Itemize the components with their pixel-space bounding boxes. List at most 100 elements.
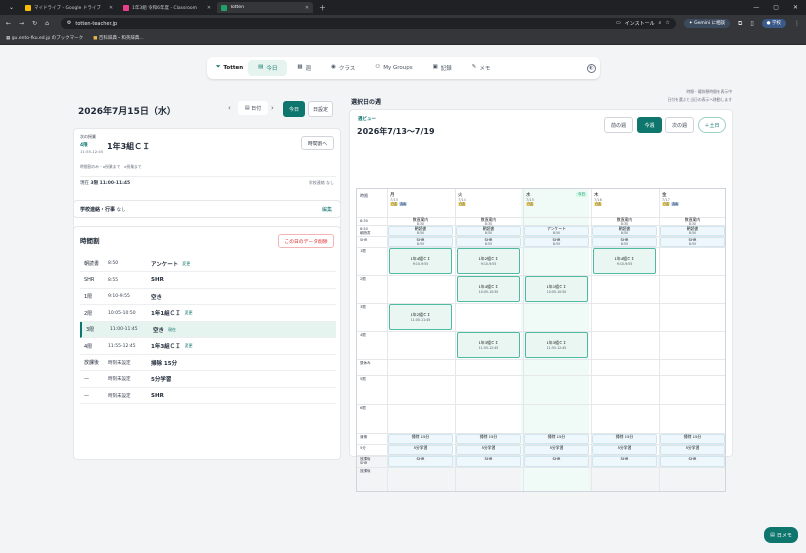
new-tab-icon[interactable]: ＋ bbox=[315, 3, 330, 13]
timetable-row[interactable]: SHR 8:55 SHR bbox=[80, 273, 336, 289]
prev-day-icon[interactable]: ‹ bbox=[228, 105, 231, 112]
timetable-row[interactable]: 1限 9:10-9:55 空き bbox=[80, 289, 336, 305]
schedule-cell[interactable]: SHR bbox=[592, 455, 657, 467]
settings-icon[interactable]: ◐ bbox=[587, 63, 596, 73]
schedule-cell[interactable]: 数直案内 8:30 bbox=[660, 217, 725, 227]
today-button[interactable]: 今日 bbox=[283, 101, 305, 117]
lesson-cell[interactable]: 1年2組ＣＩ 11:00-11:45 bbox=[389, 304, 452, 330]
browser-tab-classroom[interactable]: 1年3組 令和6年度 - Classroom ✕ bbox=[119, 2, 215, 13]
schedule-cell[interactable]: 掃除 15分 bbox=[388, 433, 453, 444]
schedule-cell[interactable]: 5分学習 bbox=[456, 444, 521, 455]
schedule-cell[interactable]: 掃除 15分 bbox=[592, 433, 657, 444]
lesson-cell[interactable]: 1年4組ＣＩ 9:10-9:55 bbox=[593, 248, 656, 274]
day-header[interactable]: 金 7/17 日直 週番 bbox=[662, 192, 680, 207]
schedule-cell[interactable]: SHR 8:55 bbox=[456, 236, 521, 247]
schedule-cell[interactable]: SHR bbox=[456, 455, 521, 467]
forward-icon[interactable]: → bbox=[19, 20, 24, 27]
timetable-row[interactable]: 放課後 時刻未設定 掃除 15分 bbox=[80, 355, 336, 371]
edit-contact-link[interactable]: 編集 bbox=[322, 206, 332, 213]
close-icon[interactable]: ✕ bbox=[207, 5, 211, 11]
schedule-cell[interactable]: SHR bbox=[388, 455, 453, 467]
install-button[interactable]: インストール bbox=[625, 20, 655, 27]
back-icon[interactable]: ← bbox=[6, 20, 11, 27]
browser-tab-totten[interactable]: Totten ✕ bbox=[217, 2, 314, 13]
next-week-button[interactable]: 次の週 bbox=[665, 117, 694, 133]
bookmark-star-icon[interactable]: ☆ bbox=[665, 21, 669, 26]
close-icon[interactable]: ✕ bbox=[305, 5, 309, 11]
day-settings-button[interactable]: 日設定 bbox=[308, 101, 333, 117]
reload-icon[interactable]: ↻ bbox=[32, 20, 37, 27]
brand[interactable]: ⏷ Totten bbox=[211, 65, 248, 71]
go-timetable-button[interactable]: 時間割へ bbox=[301, 136, 334, 150]
minimize-icon[interactable]: — bbox=[753, 4, 759, 11]
schedule-cell[interactable]: 朝読書 8:50 bbox=[660, 225, 725, 236]
close-window-icon[interactable]: ✕ bbox=[793, 4, 798, 11]
day-header[interactable]: 月 7/13 日直 週番 bbox=[390, 192, 408, 207]
day-memo-button[interactable]: ▤ 日メモ bbox=[764, 527, 798, 543]
schedule-cell[interactable]: 5分学習 bbox=[524, 444, 589, 455]
extensions-icon[interactable]: ⧉ bbox=[738, 20, 742, 27]
nav-my-groups[interactable]: ⚇ My Groups bbox=[365, 60, 422, 76]
site-info-icon[interactable]: ⚙ bbox=[67, 21, 71, 26]
nav-week[interactable]: ▦ 週 bbox=[287, 60, 321, 76]
lesson-cell[interactable]: 1年3組ＣＩ 11:55-12:45 bbox=[525, 332, 588, 358]
timetable-row[interactable]: — 時刻未設定 SHR bbox=[80, 388, 336, 404]
day-header[interactable]: 水 7/15 日直 bbox=[526, 192, 535, 207]
schedule-cell[interactable]: 朝読書 8:50 bbox=[456, 225, 521, 236]
schedule-cell[interactable]: 数直案内 8:30 bbox=[456, 217, 521, 227]
lesson-cell[interactable]: 1年1組ＣＩ 10:05-10:50 bbox=[525, 276, 588, 302]
lesson-cell[interactable]: 1年4組ＣＩ 10:05-10:50 bbox=[457, 276, 520, 302]
next-day-icon[interactable]: › bbox=[271, 105, 274, 112]
browser-tab-drive[interactable]: マイドライブ - Google ドライブ ✕ bbox=[21, 2, 117, 13]
url-field[interactable]: ⚙ totten-teacher.jp ▭ インストール ⌕ ☆ bbox=[60, 18, 676, 29]
lesson-cell[interactable]: 1年4組ＣＩ 9:10-9:55 bbox=[389, 248, 452, 274]
gemini-button[interactable]: ✦ Gemini に相談 bbox=[683, 19, 731, 28]
home-icon[interactable]: ⌂ bbox=[45, 20, 49, 27]
schedule-cell[interactable]: SHR bbox=[524, 455, 589, 467]
schedule-cell[interactable]: 掃除 15分 bbox=[524, 433, 589, 444]
schedule-cell[interactable]: 朝読書 8:50 bbox=[388, 225, 453, 236]
schedule-cell[interactable]: 掃除 15分 bbox=[660, 433, 725, 444]
timetable-row[interactable]: 3限 11:00-11:45 空き 現在 bbox=[80, 322, 336, 338]
bookmark-item[interactable]: ▦ gu.ento-fku.ed.jp のブックマーク bbox=[6, 35, 83, 42]
schedule-cell[interactable]: 朝読書 8:50 bbox=[592, 225, 657, 236]
zoom-icon[interactable]: ⌕ bbox=[659, 21, 662, 26]
schedule-cell[interactable]: SHR 8:55 bbox=[524, 236, 589, 247]
nav-record[interactable]: ▣ 記録 bbox=[423, 60, 462, 76]
schedule-cell[interactable]: アンケート 8:50 bbox=[524, 225, 589, 236]
schedule-cell[interactable]: SHR 8:55 bbox=[592, 236, 657, 247]
nav-today[interactable]: ▤ 今日 bbox=[248, 60, 288, 76]
lesson-cell[interactable]: 1年3組ＣＩ 11:55-12:45 bbox=[457, 332, 520, 358]
weekend-toggle-button[interactable]: ＋土日 bbox=[698, 117, 726, 133]
timetable-row[interactable]: — 時刻未設定 5分学習 bbox=[80, 372, 336, 388]
schedule-cell[interactable]: SHR 8:55 bbox=[660, 236, 725, 247]
profile-button[interactable]: ● 学校 bbox=[761, 19, 786, 28]
timetable-row[interactable]: 2限 10:05-10:50 1年1組ＣＩ 変更 bbox=[80, 306, 336, 322]
date-picker-button[interactable]: ▤ 日付 bbox=[238, 101, 268, 115]
schedule-cell[interactable]: 数直案内 8:30 bbox=[388, 217, 453, 227]
sidebar-icon[interactable]: ▯ bbox=[750, 20, 753, 27]
timetable-row[interactable]: 4限 11:55-12:45 1年3組ＣＩ 変更 bbox=[80, 339, 336, 355]
schedule-cell[interactable]: SHR 8:55 bbox=[388, 236, 453, 247]
day-header[interactable]: 木 7/16 日直 bbox=[594, 192, 603, 207]
schedule-cell[interactable]: 5分学習 bbox=[660, 444, 725, 455]
schedule-cell[interactable]: SHR bbox=[660, 455, 725, 467]
bookmark-item[interactable]: ■ 百科辞典・和英辞典… bbox=[93, 35, 144, 42]
schedule-cell[interactable]: 5分学習 bbox=[388, 444, 453, 455]
schedule-cell[interactable]: 数直案内 8:30 bbox=[592, 217, 657, 227]
delete-day-data-button[interactable]: この日のデータ削除 bbox=[278, 234, 334, 248]
tab-search-icon[interactable]: ⌄ bbox=[4, 4, 19, 11]
row-period: — bbox=[84, 376, 89, 382]
nav-memo[interactable]: ✎ メモ bbox=[462, 60, 501, 76]
nav-class[interactable]: ◉ クラス bbox=[321, 60, 365, 76]
day-header[interactable]: 火 7/14 日直 bbox=[458, 192, 467, 207]
close-icon[interactable]: ✕ bbox=[109, 5, 113, 11]
timetable-row[interactable]: 朝読書 8:50 アンケート 変更 bbox=[80, 256, 336, 272]
maximize-icon[interactable]: ▢ bbox=[773, 4, 779, 11]
menu-icon[interactable]: ⋮ bbox=[794, 20, 800, 27]
schedule-cell[interactable]: 5分学習 bbox=[592, 444, 657, 455]
prev-week-button[interactable]: 前の週 bbox=[604, 117, 633, 133]
this-week-button[interactable]: 今週 bbox=[637, 117, 662, 133]
lesson-cell[interactable]: 1年2組ＣＩ 9:10-9:55 bbox=[457, 248, 520, 274]
schedule-cell[interactable]: 掃除 15分 bbox=[456, 433, 521, 444]
